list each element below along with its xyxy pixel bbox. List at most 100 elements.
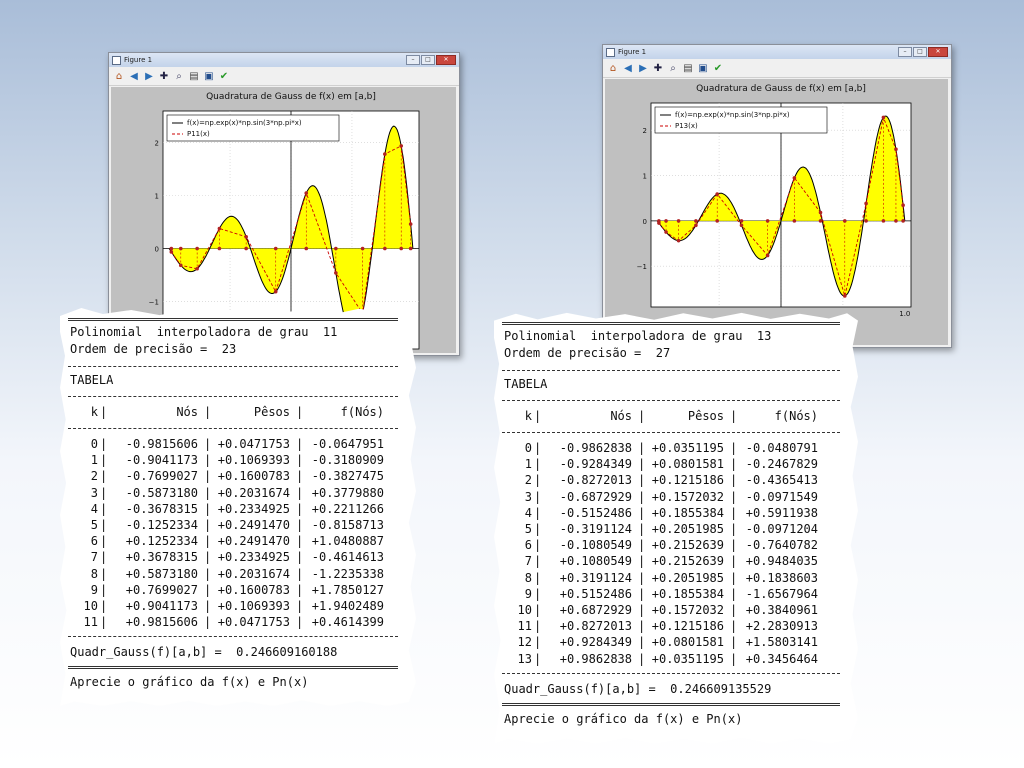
node-value-marker bbox=[383, 152, 387, 156]
separator-line bbox=[502, 702, 840, 706]
column-separator: | bbox=[204, 566, 212, 581]
node-marker bbox=[901, 219, 905, 223]
cell-f-nos: +2.2830913 bbox=[745, 619, 818, 634]
check-icon[interactable]: ✔ bbox=[218, 70, 230, 82]
column-separator: | bbox=[730, 505, 738, 520]
node-marker bbox=[694, 219, 698, 223]
column-separator: | bbox=[638, 570, 646, 585]
separator-line bbox=[68, 318, 398, 321]
cell-k: 7 bbox=[90, 550, 98, 565]
table-row: 3 -0.5873180 +0.2031674 +0.3779880 | | | bbox=[70, 485, 400, 501]
minimize-button[interactable]: – bbox=[406, 55, 420, 65]
column-separator: | bbox=[638, 505, 646, 520]
console-output-1: Polinomial interpoladora de grau 11 Ordem… bbox=[60, 308, 416, 706]
save-icon[interactable]: ▣ bbox=[203, 70, 215, 82]
y-tick-label: 0 bbox=[155, 246, 159, 254]
node-value-marker bbox=[842, 294, 847, 298]
plot-title: Quadratura de Gauss de f(x) em [a,b] bbox=[696, 84, 866, 94]
column-separator: | bbox=[296, 469, 304, 484]
cell-k: 4 bbox=[90, 501, 98, 516]
zoom-icon[interactable]: ⌕ bbox=[173, 70, 185, 82]
minimize-button[interactable]: – bbox=[898, 47, 912, 57]
node-value-marker bbox=[399, 144, 404, 148]
toolbar: ⌂ ◀ ▶ ✚ ⌕ ▤ ▣ ✔ bbox=[603, 59, 951, 78]
column-separator: | bbox=[534, 554, 542, 569]
cell-k: 0 bbox=[90, 437, 98, 451]
check-icon[interactable]: ✔ bbox=[712, 62, 724, 74]
table-row: 4 -0.3678315 +0.2334925 +0.2211266 | | | bbox=[70, 501, 400, 517]
node-value-marker bbox=[334, 271, 338, 275]
forward-icon[interactable]: ▶ bbox=[637, 62, 649, 74]
column-separator: | bbox=[204, 501, 212, 516]
cell-nos: +0.9041173 bbox=[125, 599, 198, 613]
header-pesos: Pêsos bbox=[253, 405, 290, 419]
window-title: Figure 1 bbox=[124, 56, 153, 64]
pan-icon[interactable]: ✚ bbox=[652, 62, 664, 74]
cell-pesos: +0.2334925 bbox=[217, 550, 290, 565]
zoom-icon[interactable]: ⌕ bbox=[667, 62, 679, 74]
cell-nos: +0.1080549 bbox=[559, 554, 632, 569]
y-tick-label: −1 bbox=[149, 298, 159, 306]
node-value-marker bbox=[657, 221, 661, 225]
column-separator: | bbox=[100, 615, 108, 630]
column-separator: | bbox=[730, 635, 738, 650]
pan-icon[interactable]: ✚ bbox=[158, 70, 170, 82]
table-header: k Nós Pêsos f(Nós) | | | bbox=[70, 404, 400, 420]
cell-k: 6 bbox=[90, 534, 98, 549]
cell-f-nos: -0.0971204 bbox=[745, 522, 818, 536]
cell-nos: -0.3678315 bbox=[125, 501, 198, 516]
home-icon[interactable]: ⌂ bbox=[607, 62, 619, 74]
cell-pesos: +0.0351195 bbox=[651, 651, 724, 666]
column-separator: | bbox=[534, 635, 542, 650]
column-separator: | bbox=[534, 619, 542, 634]
close-button[interactable]: ✕ bbox=[436, 55, 456, 65]
cell-k: 7 bbox=[524, 554, 532, 569]
table-row: 5 -0.3191124 +0.2051985 -0.0971204 | | | bbox=[504, 521, 834, 537]
home-icon[interactable]: ⌂ bbox=[113, 70, 125, 82]
column-separator: | bbox=[638, 538, 646, 553]
cell-pesos: +0.1600783 bbox=[217, 469, 290, 484]
table-row: 1 -0.9284349 +0.0801581 -0.2467829 | | | bbox=[504, 456, 834, 472]
x-tick-label: 1.0 bbox=[899, 310, 910, 318]
maximize-button[interactable]: □ bbox=[421, 55, 435, 65]
node-value-marker bbox=[244, 235, 248, 239]
table-row: 0 -0.9862838 +0.0351195 -0.0480791 | | | bbox=[504, 440, 834, 456]
cell-nos: +0.5873180 bbox=[125, 566, 198, 581]
column-separator: | bbox=[204, 437, 212, 451]
table-row: 13 +0.9862838 +0.0351195 +0.3456464 | | | bbox=[504, 651, 834, 667]
column-separator: | bbox=[100, 453, 108, 468]
cell-pesos: +0.1572032 bbox=[651, 489, 724, 504]
save-icon[interactable]: ▣ bbox=[697, 62, 709, 74]
cell-nos: +0.6872929 bbox=[559, 603, 632, 617]
cell-pesos: +0.1215186 bbox=[651, 473, 724, 488]
cell-k: 5 bbox=[524, 522, 532, 536]
separator-line bbox=[68, 666, 398, 670]
cell-f-nos: +0.4614399 bbox=[311, 615, 384, 630]
column-separator: | bbox=[100, 566, 108, 581]
cell-f-nos: -0.2467829 bbox=[745, 457, 818, 472]
separator-line bbox=[68, 428, 398, 429]
cell-nos: -0.8272013 bbox=[559, 473, 632, 488]
forward-icon[interactable]: ▶ bbox=[143, 70, 155, 82]
cell-f-nos: -1.2235338 bbox=[311, 566, 384, 581]
subplots-icon[interactable]: ▤ bbox=[188, 70, 200, 82]
back-icon[interactable]: ◀ bbox=[128, 70, 140, 82]
cell-pesos: +0.0471753 bbox=[217, 615, 290, 630]
close-button[interactable]: ✕ bbox=[928, 47, 948, 57]
cell-f-nos: -0.8158713 bbox=[311, 518, 384, 532]
cell-pesos: +0.2031674 bbox=[217, 566, 290, 581]
node-value-marker bbox=[664, 230, 668, 234]
node-value-marker bbox=[864, 201, 868, 206]
node-value-marker bbox=[792, 176, 797, 180]
table-row: 8 +0.5873180 +0.2031674 -1.2235338 | | | bbox=[70, 566, 400, 582]
column-separator: | bbox=[296, 550, 304, 565]
legend-label-function: f(x)=np.exp(x)*np.sin(3*np.pi*x) bbox=[187, 119, 302, 127]
maximize-button[interactable]: □ bbox=[913, 47, 927, 57]
table-row: 2 -0.8272013 +0.1215186 -0.4365413 | | | bbox=[504, 472, 834, 488]
node-value-marker bbox=[739, 223, 744, 228]
output-degree-line: Polinomial interpoladora de grau 11 bbox=[70, 325, 338, 339]
subplots-icon[interactable]: ▤ bbox=[682, 62, 694, 74]
column-separator: | bbox=[100, 437, 108, 451]
cell-nos: -0.9284349 bbox=[559, 457, 632, 472]
back-icon[interactable]: ◀ bbox=[622, 62, 634, 74]
